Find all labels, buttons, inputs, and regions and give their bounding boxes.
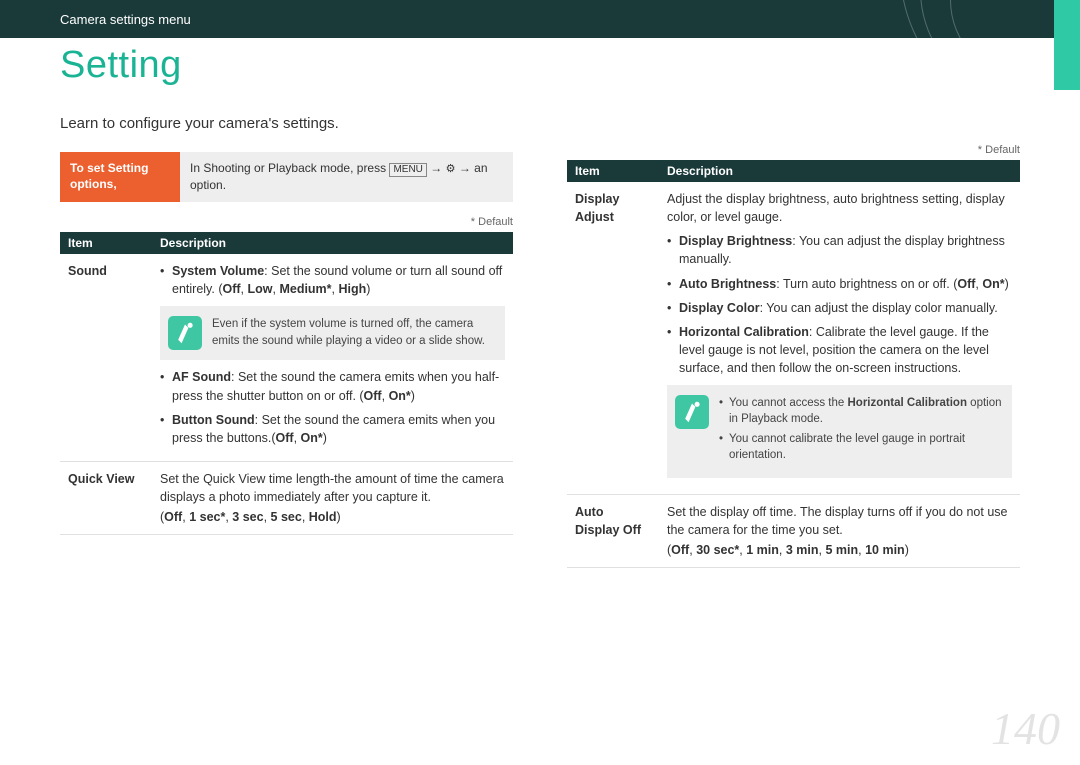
table-row: Auto Display OffSet the display off time… bbox=[567, 494, 1020, 567]
left-table: Item Description SoundSystem Volume: Set… bbox=[60, 232, 513, 535]
note-box: Even if the system volume is turned off,… bbox=[160, 306, 505, 360]
th-description-r: Description bbox=[659, 160, 1020, 182]
list-item: AF Sound: Set the sound the camera emits… bbox=[160, 368, 505, 404]
list-item: Display Brightness: You can adjust the d… bbox=[667, 232, 1012, 268]
menu-button-glyph: MENU bbox=[389, 163, 426, 177]
page-intro: Learn to configure your camera's setting… bbox=[0, 87, 1080, 132]
breadcrumb: Camera settings menu bbox=[60, 12, 191, 27]
table-row: Quick ViewSet the Quick View time length… bbox=[60, 461, 513, 534]
right-table: Item Description Display AdjustAdjust th… bbox=[567, 160, 1020, 568]
note-body: Even if the system volume is turned off,… bbox=[212, 316, 497, 350]
table-row: SoundSystem Volume: Set the sound volume… bbox=[60, 254, 513, 461]
section-tab bbox=[1054, 0, 1080, 90]
row-item: Display Adjust bbox=[567, 182, 659, 494]
page-title: Setting bbox=[0, 38, 1080, 87]
row-item: Sound bbox=[60, 254, 152, 461]
page-number: 140 bbox=[991, 702, 1060, 755]
list-item: Display Color: You can adjust the displa… bbox=[667, 299, 1012, 317]
note-icon bbox=[675, 395, 709, 429]
default-note-right: * Default bbox=[567, 144, 1020, 160]
row-description: Set the display off time. The display tu… bbox=[659, 494, 1020, 567]
instruction-label: To set Setting options, bbox=[60, 152, 180, 202]
note-body: You cannot access the Horizontal Calibra… bbox=[719, 395, 1004, 467]
th-description: Description bbox=[152, 232, 513, 254]
left-column: To set Setting options, In Shooting or P… bbox=[60, 144, 513, 568]
gear-icon: ⚙ bbox=[446, 162, 456, 177]
list-item: Auto Brightness: Turn auto brightness on… bbox=[667, 275, 1012, 293]
note-icon bbox=[168, 316, 202, 350]
row-description: Adjust the display brightness, auto brig… bbox=[659, 182, 1020, 494]
instruction-box: To set Setting options, In Shooting or P… bbox=[60, 152, 513, 202]
list-item: System Volume: Set the sound volume or t… bbox=[160, 262, 505, 298]
topbar: Camera settings menu bbox=[0, 0, 1080, 38]
default-note-left: * Default bbox=[60, 216, 513, 232]
list-item: Horizontal Calibration: Calibrate the le… bbox=[667, 323, 1012, 377]
row-item: Quick View bbox=[60, 461, 152, 534]
th-item: Item bbox=[60, 232, 152, 254]
table-row: Display AdjustAdjust the display brightn… bbox=[567, 182, 1020, 494]
th-item-r: Item bbox=[567, 160, 659, 182]
right-column: * Default Item Description Display Adjus… bbox=[567, 144, 1020, 568]
list-item: Button Sound: Set the sound the camera e… bbox=[160, 411, 505, 447]
note-box: You cannot access the Horizontal Calibra… bbox=[667, 385, 1012, 477]
instruction-body: In Shooting or Playback mode, press MENU… bbox=[180, 152, 513, 202]
row-item: Auto Display Off bbox=[567, 494, 659, 567]
row-description: Set the Quick View time length-the amoun… bbox=[152, 461, 513, 534]
row-description: System Volume: Set the sound volume or t… bbox=[152, 254, 513, 461]
